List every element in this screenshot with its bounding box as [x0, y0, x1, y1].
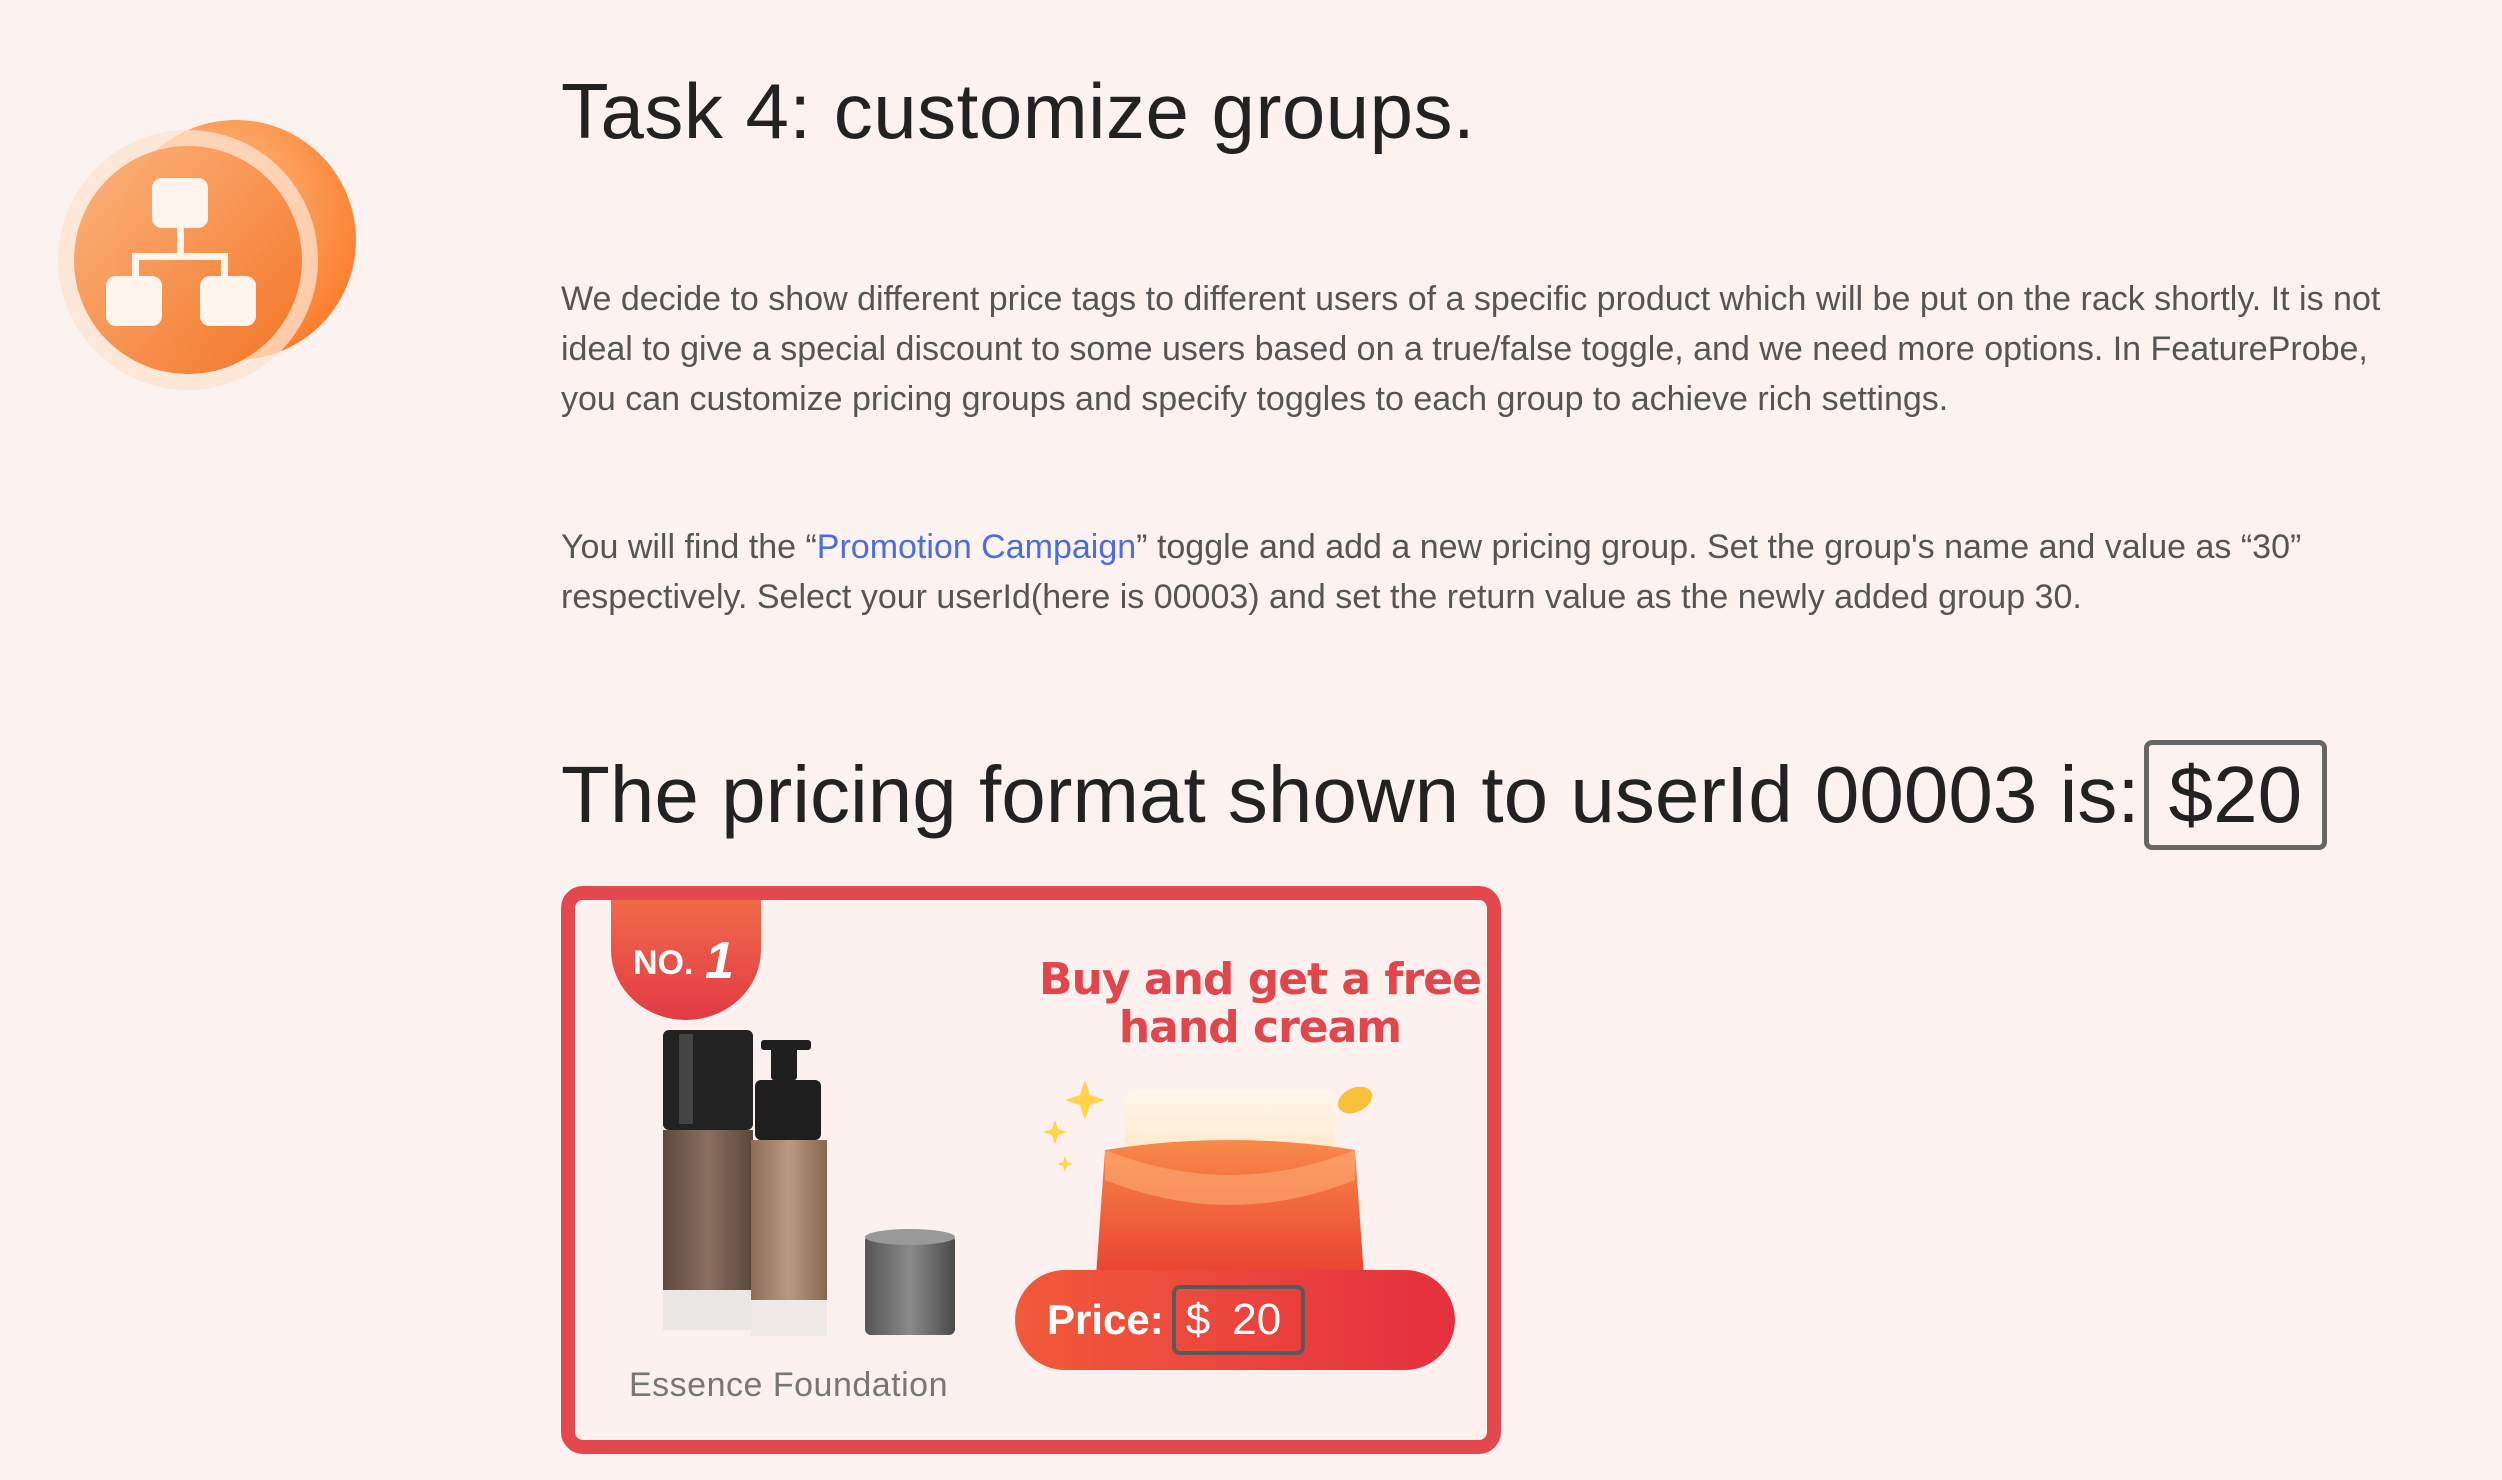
promotion-campaign-link[interactable]: Promotion Campaign — [817, 528, 1136, 566]
price-currency: $ — [1185, 1295, 1211, 1344]
pricing-result: The pricing format shown to userId 00003… — [561, 740, 2328, 850]
price-value: 20 — [1232, 1295, 1282, 1344]
price-bar: Price: $ 20 — [1015, 1270, 1455, 1370]
group-hierarchy-logo-icon — [58, 120, 356, 390]
price-label: Price: — [1047, 1296, 1164, 1343]
promo-text: Buy and get a free hand cream — [1035, 956, 1485, 1052]
pricing-result-label: The pricing format shown to userId 00003… — [561, 750, 2140, 839]
task-instructions: You will find the “Promotion Campaign” t… — [561, 522, 2391, 622]
rank-badge: NO. 1 — [611, 900, 761, 1020]
product-card: NO. 1 Essence Foundation Buy and get a f… — [561, 886, 1501, 1454]
foundation-bottles-image — [663, 1030, 955, 1336]
task-title: Task 4: customize groups. — [561, 67, 1476, 155]
rank-number: 1 — [705, 932, 734, 990]
instructions-text-before: You will find the “ — [561, 528, 817, 566]
task-description: We decide to show different price tags t… — [561, 280, 2381, 418]
price-value-box: $ 20 — [1171, 1285, 1306, 1355]
product-name: Essence Foundation — [629, 1366, 948, 1404]
promo-line-2: hand cream — [1118, 1002, 1402, 1053]
promo-line-1: Buy and get a free — [1039, 954, 1482, 1005]
rank-prefix: NO. — [633, 944, 693, 982]
pricing-result-value: $20 — [2143, 740, 2328, 850]
